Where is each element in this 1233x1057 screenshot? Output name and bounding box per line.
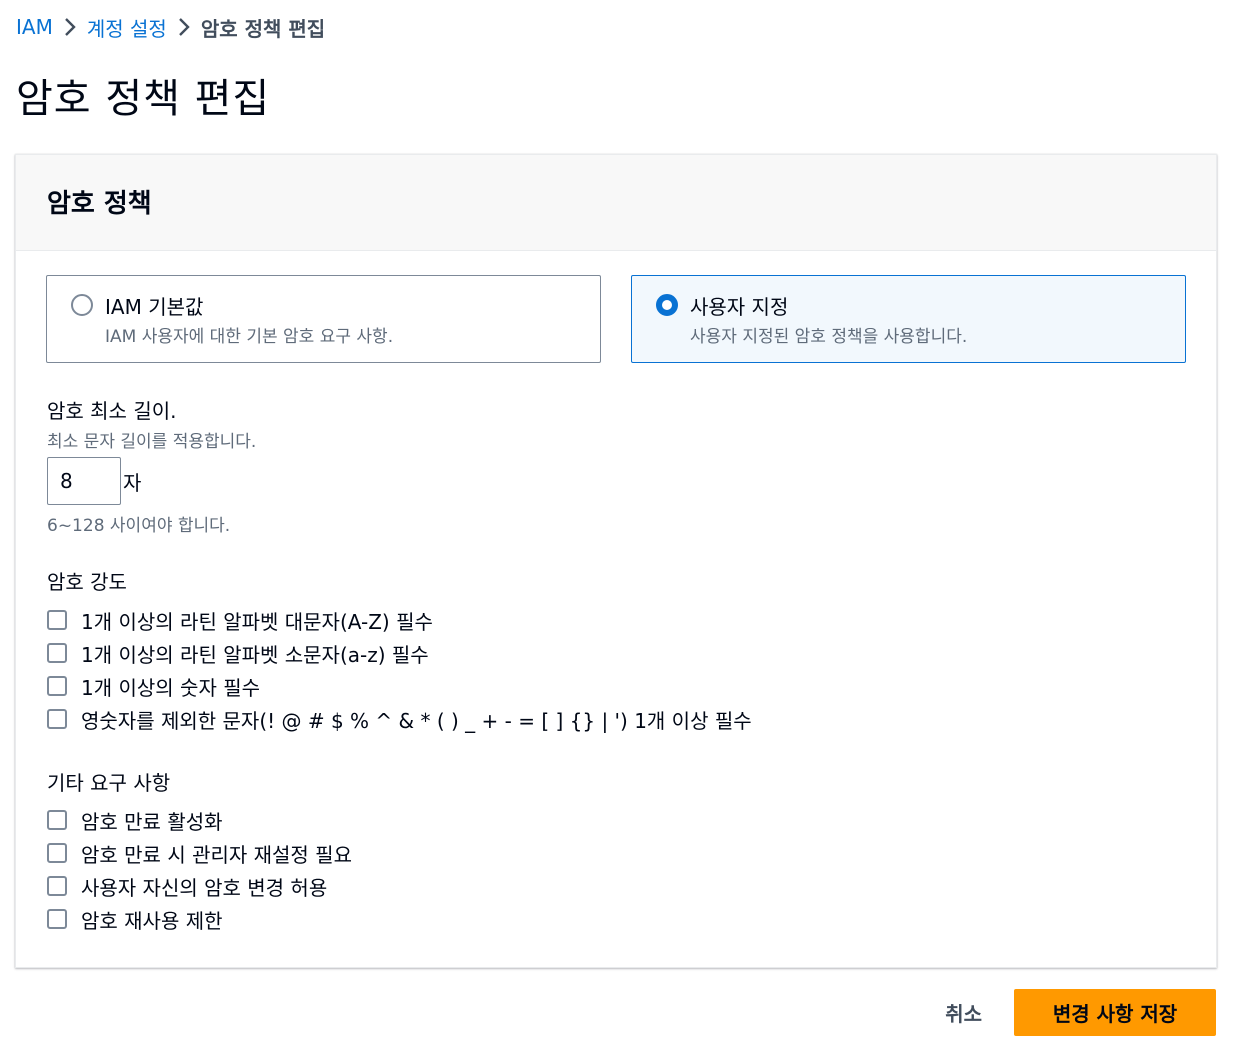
save-changes-button[interactable]: 변경 사항 저장 — [1014, 989, 1216, 1036]
custom-option[interactable]: 사용자 지정 사용자 지정된 암호 정책을 사용합니다. — [631, 275, 1186, 363]
min-length-label: 암호 최소 길이. — [47, 399, 177, 423]
require-number-checkbox[interactable] — [47, 676, 67, 696]
enable-expiration-checkbox[interactable] — [47, 810, 67, 830]
allow-change-checkbox[interactable] — [47, 876, 67, 896]
checkbox-label: 암호 재사용 제한 — [81, 908, 223, 933]
option-description: IAM 사용자에 대한 기본 암호 요구 사항. — [105, 327, 394, 347]
iam-default-option[interactable]: IAM 기본값 IAM 사용자에 대한 기본 암호 요구 사항. — [46, 275, 601, 363]
require-symbol-option[interactable]: 영숫자를 제외한 문자(! @ # $ % ^ & * ( ) _ + - = … — [47, 705, 752, 733]
strength-label: 암호 강도 — [47, 570, 127, 594]
allow-change-option[interactable]: 사용자 자신의 암호 변경 허용 — [47, 872, 327, 900]
min-length-unit: 자 — [123, 471, 142, 495]
breadcrumb: IAM 계정 설정 암호 정책 편집 — [16, 12, 325, 42]
checkbox-label: 1개 이상의 라틴 알파벳 대문자(A-Z) 필수 — [81, 609, 433, 634]
checkbox-label: 1개 이상의 숫자 필수 — [81, 675, 260, 700]
checkbox-label: 암호 만료 시 관리자 재설정 필요 — [81, 842, 352, 867]
breadcrumb-account-settings-link[interactable]: 계정 설정 — [87, 13, 167, 42]
iam-default-radio[interactable] — [71, 294, 93, 316]
option-label: 사용자 지정 — [690, 295, 789, 319]
custom-radio[interactable] — [656, 294, 678, 316]
min-length-description: 최소 문자 길이를 적용합니다. — [47, 432, 257, 452]
enable-expiration-option[interactable]: 암호 만료 활성화 — [47, 806, 223, 834]
other-requirements-label: 기타 요구 사항 — [47, 771, 171, 795]
chevron-right-icon — [53, 12, 87, 42]
checkbox-label: 1개 이상의 라틴 알파벳 소문자(a-z) 필수 — [81, 642, 429, 667]
require-uppercase-option[interactable]: 1개 이상의 라틴 알파벳 대문자(A-Z) 필수 — [47, 606, 433, 634]
page-title: 암호 정책 편집 — [16, 76, 271, 122]
require-uppercase-checkbox[interactable] — [47, 610, 67, 630]
require-lowercase-checkbox[interactable] — [47, 643, 67, 663]
admin-reset-checkbox[interactable] — [47, 843, 67, 863]
chevron-right-icon — [167, 12, 201, 42]
form-actions: 취소 변경 사항 저장 — [913, 989, 1216, 1036]
prevent-reuse-option[interactable]: 암호 재사용 제한 — [47, 905, 223, 933]
option-label: IAM 기본값 — [105, 295, 204, 319]
require-number-option[interactable]: 1개 이상의 숫자 필수 — [47, 672, 260, 700]
checkbox-label: 영숫자를 제외한 문자(! @ # $ % ^ & * ( ) _ + - = … — [81, 708, 752, 733]
admin-reset-option[interactable]: 암호 만료 시 관리자 재설정 필요 — [47, 839, 352, 867]
breadcrumb-current: 암호 정책 편집 — [200, 16, 326, 41]
checkbox-label: 사용자 자신의 암호 변경 허용 — [81, 875, 328, 900]
min-length-constraint: 6~128 사이여야 합니다. — [47, 516, 231, 536]
require-lowercase-option[interactable]: 1개 이상의 라틴 알파벳 소문자(a-z) 필수 — [47, 639, 429, 667]
card-header: 암호 정책 — [16, 155, 1216, 251]
checkbox-label: 암호 만료 활성화 — [81, 809, 223, 834]
card-title: 암호 정책 — [47, 189, 152, 219]
option-description: 사용자 지정된 암호 정책을 사용합니다. — [690, 327, 968, 347]
min-length-input[interactable] — [47, 457, 121, 505]
breadcrumb-iam-link[interactable]: IAM — [16, 15, 53, 39]
require-symbol-checkbox[interactable] — [47, 709, 67, 729]
prevent-reuse-checkbox[interactable] — [47, 909, 67, 929]
cancel-button[interactable]: 취소 — [913, 989, 1014, 1036]
password-policy-card: 암호 정책 IAM 기본값 IAM 사용자에 대한 기본 암호 요구 사항. 사… — [15, 154, 1217, 968]
